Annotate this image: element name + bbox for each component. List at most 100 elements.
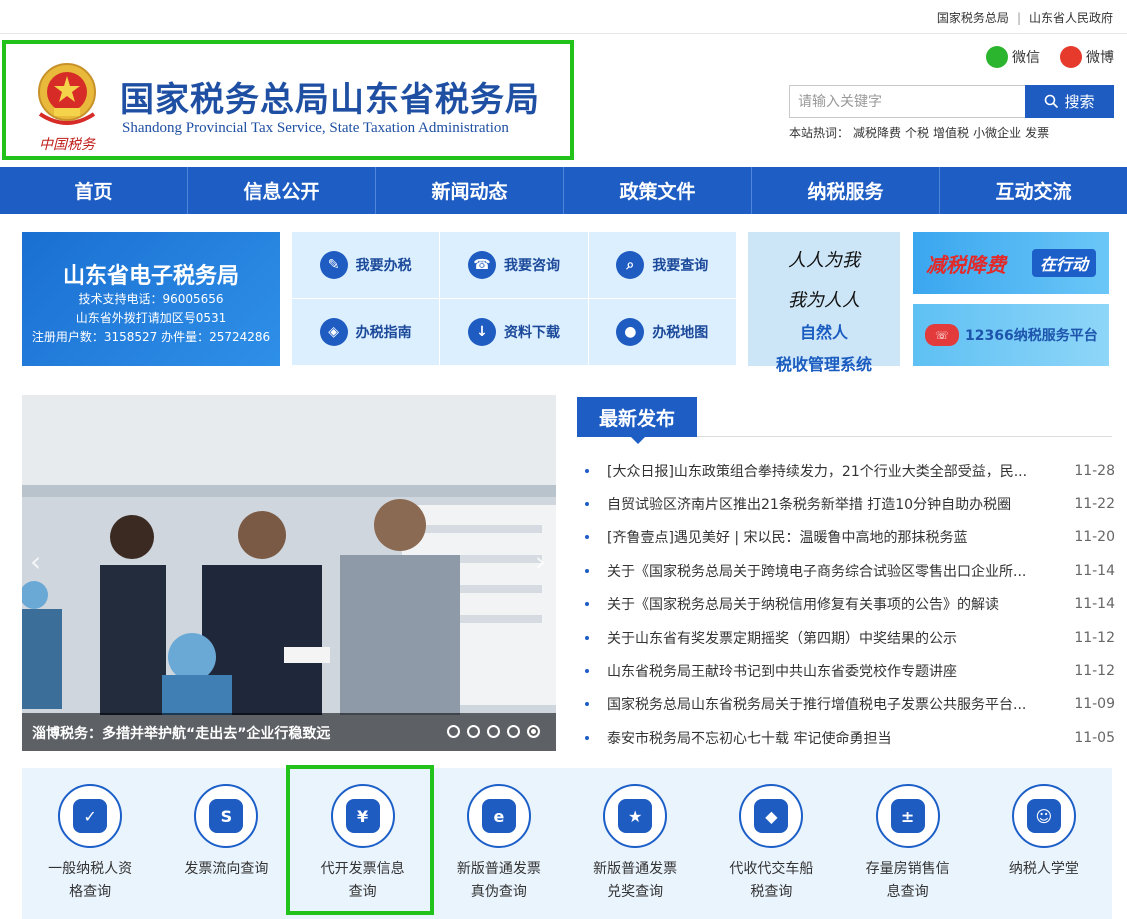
hot-words: 本站热词： 减税降费 个税 增值税 小微企业 发票: [789, 124, 1049, 141]
calendar-check-icon: ✓: [73, 799, 108, 833]
news-item[interactable]: 泰安市税务局不忘初心七十载 牢记使命勇担当 11-05: [585, 721, 1115, 754]
natural-label: 税收管理系统: [775, 355, 872, 374]
main-nav: 首页 信息公开 新闻动态 政策文件 纳税服务 互动交流: [0, 167, 1127, 214]
news-item[interactable]: [齐鲁壹点]遇见美好 | 宋以民：温暖鲁中高地的那抹税务蓝 11-20: [585, 521, 1115, 554]
tax-filing-icon: ✎: [319, 251, 348, 279]
wechat-label: 微信: [1012, 50, 1040, 66]
slide-dot-active[interactable]: [527, 725, 540, 738]
hot-words-label: 本站热词：: [789, 126, 850, 140]
query-vehicle-vessel-tax[interactable]: ◆ 代收代交车船 税查询: [703, 768, 839, 919]
site-logo-area[interactable]: 中国税务 国家税务总局山东省税务局 Shandong Provincial Ta…: [2, 40, 574, 160]
service-label: 办税指南: [355, 325, 412, 341]
service-label: 办税地图: [652, 325, 709, 341]
weibo-link[interactable]: 微博: [1060, 46, 1114, 68]
news-slideshow[interactable]: ‹ › 淄博税务：多措并举护航“走出去”企业行稳致远: [22, 395, 556, 751]
news-item[interactable]: 关于《国家税务总局关于纳税信用修复有关事项的公告》的解读 11-14: [585, 588, 1115, 621]
prev-slide-arrow[interactable]: ‹: [30, 545, 41, 578]
query-icon-ring: ☺: [1011, 784, 1076, 848]
next-slide-arrow[interactable]: ›: [535, 545, 546, 578]
service-consult[interactable]: ☎ 我要咨询: [440, 232, 589, 299]
hot-word[interactable]: 增值税: [933, 126, 969, 140]
service-guide[interactable]: ◈ 办税指南: [292, 299, 441, 366]
slide-dot[interactable]: [507, 725, 520, 738]
query-invoice-prize[interactable]: ★ 新版普通发票 兑奖查询: [567, 768, 703, 919]
slide-dots: [447, 725, 540, 738]
hotline-12366-banner[interactable]: ☏ 12366纳税服务平台: [913, 304, 1109, 366]
query-label: 纳税人学堂: [1008, 861, 1079, 877]
news-item[interactable]: 国家税务总局山东省税务局关于推行增值税电子发票公共服务平台... 11-09: [585, 688, 1115, 721]
nav-tax-service[interactable]: 纳税服务: [752, 167, 940, 214]
nav-home[interactable]: 首页: [0, 167, 188, 214]
query-housing-sales[interactable]: ± 存量房销售信 息查询: [840, 768, 976, 919]
nav-interaction[interactable]: 互动交流: [940, 167, 1127, 214]
query-label: 新版普通发票 真伪查询: [456, 861, 541, 900]
e-tax-bureau-banner[interactable]: 山东省电子税务局 技术支持电话：96005656 山东省外拨打请加区号0531 …: [22, 232, 280, 366]
query-label: 代收代交车船 税查询: [729, 861, 814, 900]
news-item[interactable]: 关于《国家税务总局关于跨境电子商务综合试验区零售出口企业所... 11-14: [585, 554, 1115, 587]
slide-dot[interactable]: [487, 725, 500, 738]
search-icon: [1045, 94, 1059, 109]
query-invoice-flow[interactable]: S 发票流向查询: [158, 768, 294, 919]
news-item[interactable]: 关于山东省有奖发票定期摇奖（第四期）中奖结果的公示 11-12: [585, 621, 1115, 654]
latest-news-header: 最新发布: [577, 397, 1112, 444]
e-tax-line: 山东省外拨打请加区号0531: [75, 311, 227, 325]
news-date: 11-05: [1074, 729, 1115, 746]
bullet-icon: [585, 568, 589, 573]
news-title: 自贸试验区济南片区推出21条税务新举措 打造10分钟自助办税圈: [607, 497, 1012, 514]
news-date: 11-14: [1074, 596, 1115, 613]
query-taxpayer-school[interactable]: ☺ 纳税人学堂: [976, 768, 1112, 919]
nav-news[interactable]: 新闻动态: [376, 167, 564, 214]
top-links: 国家税务总局 | 山东省人民政府: [937, 9, 1113, 26]
hot-word[interactable]: 个税: [905, 126, 929, 140]
service-tax-filing[interactable]: ✎ 我要办税: [292, 232, 441, 299]
hot-word[interactable]: 减税降费: [853, 126, 901, 140]
link-shandong-gov[interactable]: 山东省人民政府: [1029, 11, 1113, 25]
wechat-link[interactable]: 微信: [986, 46, 1040, 68]
tax-cut-banner[interactable]: 减税降费 在行动: [913, 232, 1109, 294]
news-date: 11-28: [1074, 462, 1115, 479]
search-input[interactable]: [789, 85, 1025, 118]
slide-caption[interactable]: 淄博税务：多措并举护航“走出去”企业行稳致远: [32, 723, 330, 743]
link-sat[interactable]: 国家税务总局: [937, 11, 1009, 25]
latest-news-tab[interactable]: 最新发布: [577, 397, 697, 444]
compass-icon: ◈: [319, 318, 348, 346]
news-item[interactable]: [大众日报]山东政策组合拳持续发力，21个行业大类全部受益，民... 11-28: [585, 454, 1115, 487]
hot-word[interactable]: 发票: [1025, 126, 1049, 140]
hot-word[interactable]: 小微企业: [973, 126, 1021, 140]
quick-query-bar: ✓ 一般纳税人资 格查询 S 发票流向查询 ¥ 代开发票信息 查询 e 新版普通发票…: [22, 768, 1112, 919]
query-icon-ring: S: [194, 784, 259, 848]
service-download[interactable]: ↓ 资料下载: [440, 299, 589, 366]
bullet-icon: [585, 502, 589, 507]
news-title: 泰安市税务局不忘初心七十载 牢记使命勇担当: [607, 730, 892, 747]
classroom-icon: ☺: [1026, 799, 1061, 833]
nav-policy[interactable]: 政策文件: [564, 167, 752, 214]
natural-person-tax-system-banner[interactable]: 人人为我 我为人人 自然人 税收管理系统: [748, 232, 900, 374]
service-map[interactable]: ● 办税地图: [588, 299, 737, 366]
slideshow-photo: [22, 395, 556, 751]
highlight-frame: [286, 765, 434, 915]
news-title: 国家税务总局山东省税务局关于推行增值税电子发票公共服务平台...: [607, 697, 1027, 714]
service-query[interactable]: ⌕ 我要查询: [588, 232, 737, 299]
news-date: 11-20: [1074, 529, 1115, 546]
query-invoice-authenticity[interactable]: e 新版普通发票 真伪查询: [431, 768, 567, 919]
e-monitor-icon: e: [481, 799, 516, 833]
bullet-icon: [585, 702, 589, 707]
phone-icon: ☏: [925, 324, 959, 346]
bullet-icon: [585, 535, 589, 540]
search-button[interactable]: 搜索: [1025, 85, 1114, 118]
news-item[interactable]: 山东省税务局王献玲书记到中共山东省委党校作专题讲座 11-12: [585, 654, 1115, 687]
slide-caption-bar: 淄博税务：多措并举护航“走出去”企业行稳致远: [22, 713, 556, 751]
tax-cut-text: 减税降费: [925, 252, 1006, 277]
slide-dot[interactable]: [467, 725, 480, 738]
news-date: 11-22: [1074, 496, 1115, 513]
service-label: 我要咨询: [503, 258, 560, 274]
slide-dot[interactable]: [447, 725, 460, 738]
query-label: 一般纳税人资 格查询: [48, 861, 133, 900]
news-title: [齐鲁壹点]遇见美好 | 宋以民：温暖鲁中高地的那抹税务蓝: [607, 530, 968, 547]
news-title: 关于山东省有奖发票定期摇奖（第四期）中奖结果的公示: [607, 630, 957, 647]
e-tax-title: 山东省电子税务局: [62, 264, 239, 289]
nav-info-disclosure[interactable]: 信息公开: [188, 167, 376, 214]
news-item[interactable]: 自贸试验区济南片区推出21条税务新举措 打造10分钟自助办税圈 11-22: [585, 487, 1115, 520]
site-title: 国家税务总局山东省税务局: [120, 80, 540, 120]
query-general-taxpayer[interactable]: ✓ 一般纳税人资 格查询: [22, 768, 158, 919]
